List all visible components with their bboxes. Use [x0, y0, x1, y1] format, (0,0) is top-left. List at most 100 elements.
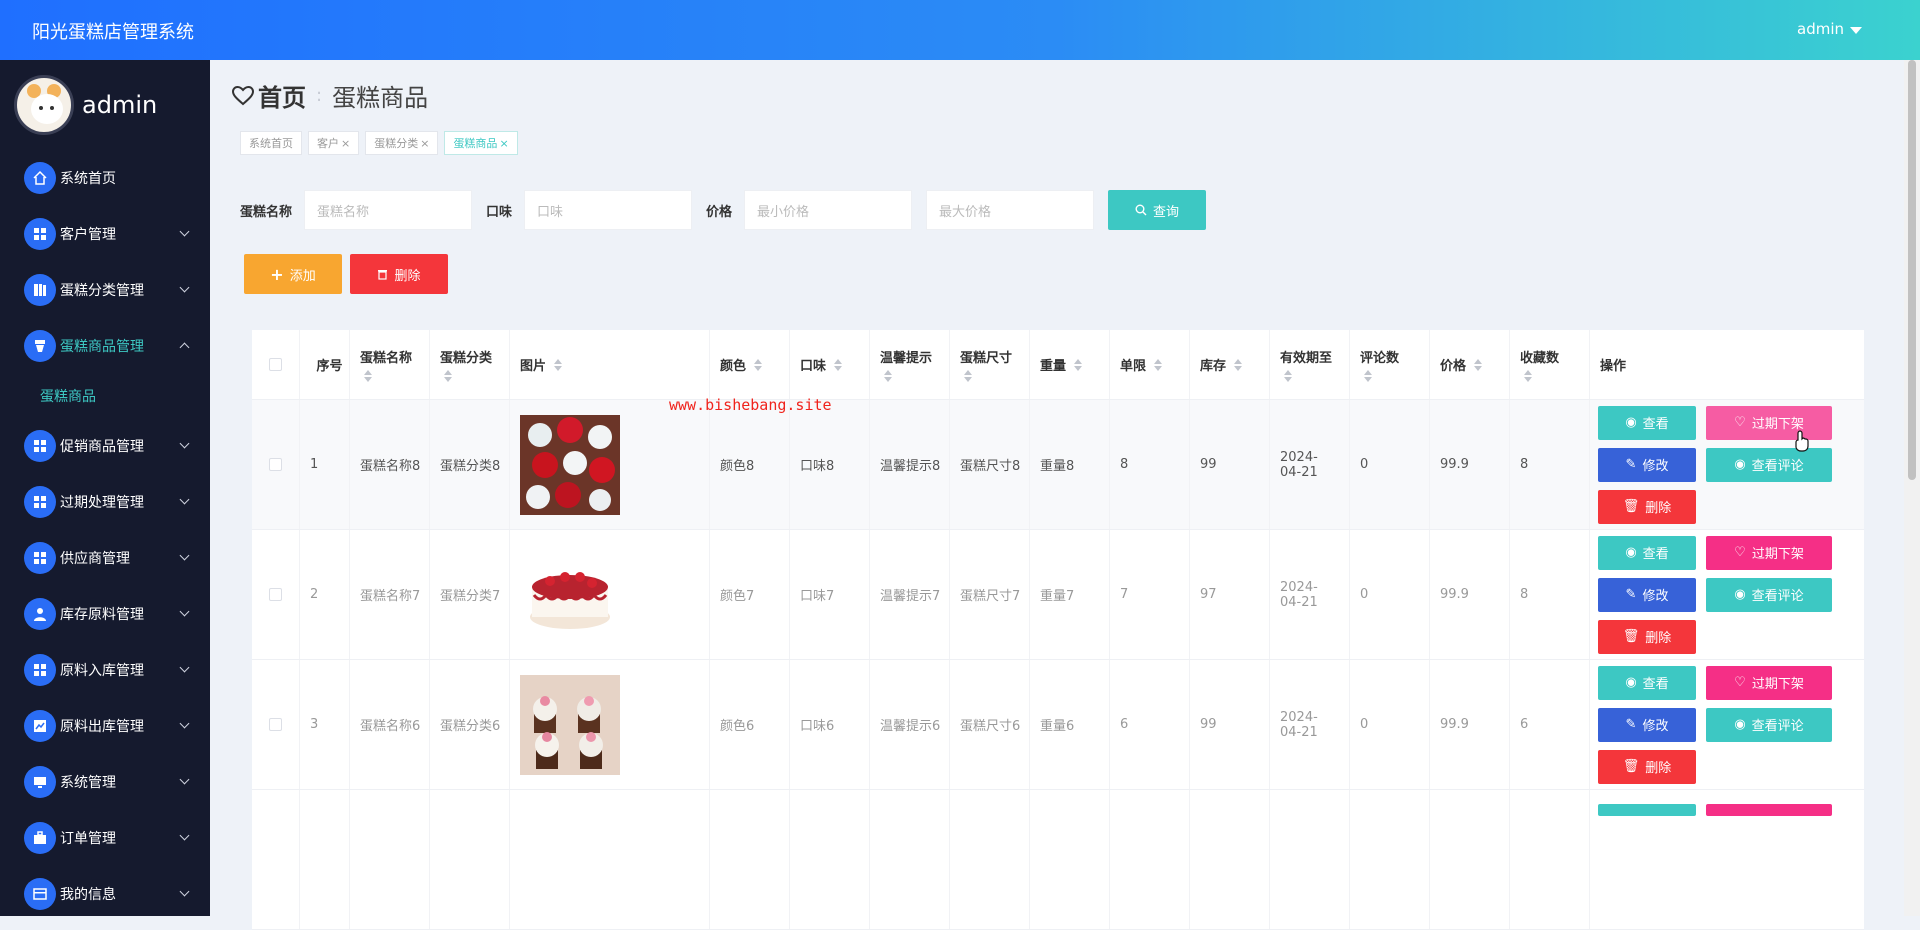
sort-icon[interactable]: [834, 358, 843, 371]
edit-button[interactable]: ✎ 修改: [1598, 707, 1696, 742]
heart-icon: [232, 85, 254, 105]
row-delete-button[interactable]: 🗑 删除: [1598, 619, 1696, 654]
max-price-input[interactable]: 最大价格: [926, 190, 1095, 230]
sort-icon[interactable]: [364, 370, 372, 382]
name-input[interactable]: 蛋糕名称: [304, 190, 473, 230]
close-icon[interactable]: ×: [341, 137, 350, 150]
col-tip[interactable]: 温馨提示: [870, 330, 950, 399]
sidebar-item-system[interactable]: 系统管理: [0, 754, 210, 810]
col-image[interactable]: 图片: [510, 330, 710, 399]
user-menu[interactable]: admin: [1797, 20, 1862, 38]
sort-icon[interactable]: [1364, 370, 1372, 382]
add-button[interactable]: + 添加: [244, 254, 342, 294]
sidebar-item-suppliers[interactable]: 供应商管理: [0, 530, 210, 586]
col-comments[interactable]: 评论数: [1350, 330, 1430, 399]
col-name[interactable]: 蛋糕名称: [350, 330, 430, 399]
cake-image: [520, 544, 620, 645]
cell-taste: [790, 790, 870, 929]
sidebar-item-label: 我的信息: [60, 887, 116, 903]
edit-icon: ✎: [1625, 587, 1637, 602]
close-icon[interactable]: ×: [499, 137, 508, 150]
view-button[interactable]: ◉ 查看: [1598, 535, 1696, 570]
sidebar-item-products[interactable]: 蛋糕商品管理: [0, 318, 210, 374]
col-size[interactable]: 蛋糕尺寸: [950, 330, 1030, 399]
query-button[interactable]: 查询: [1108, 190, 1207, 230]
tab-categories[interactable]: 蛋糕分类 ×: [365, 131, 439, 155]
sidebar-item-stock-in[interactable]: 原料入库管理: [0, 642, 210, 698]
sidebar-item-stock-out[interactable]: 原料出库管理: [0, 698, 210, 754]
tab-home[interactable]: 系统首页: [240, 131, 302, 155]
col-limit[interactable]: 单限: [1110, 330, 1190, 399]
expire-button[interactable]: ♡ 过期下架: [1706, 535, 1832, 570]
col-weight[interactable]: 重量: [1030, 330, 1110, 399]
delete-button[interactable]: 删除: [350, 254, 448, 294]
tab-customers[interactable]: 客户 ×: [308, 131, 360, 155]
select-all-checkbox[interactable]: [269, 358, 282, 371]
min-price-input[interactable]: 最小价格: [744, 190, 913, 230]
sidebar-item-expiry[interactable]: 过期处理管理: [0, 474, 210, 530]
sidebar-item-label: 促销商品管理: [60, 439, 144, 455]
close-icon[interactable]: ×: [420, 137, 429, 150]
sidebar-item-orders[interactable]: 订单管理: [0, 810, 210, 866]
col-taste[interactable]: 口味: [790, 330, 870, 399]
sidebar-item-categories[interactable]: 蛋糕分类管理: [0, 262, 210, 318]
row-delete-button[interactable]: 🗑 删除: [1598, 489, 1696, 524]
view-button[interactable]: ◉ 查看: [1598, 405, 1696, 440]
sort-icon[interactable]: [1154, 358, 1163, 371]
col-header: 操作: [1600, 359, 1627, 374]
col-expire[interactable]: 有效期至: [1270, 330, 1350, 399]
col-category[interactable]: 蛋糕分类: [430, 330, 510, 399]
row-checkbox[interactable]: [269, 458, 282, 471]
expire-button[interactable]: [1706, 804, 1832, 816]
monitor-icon: [24, 766, 56, 798]
row-checkbox[interactable]: [269, 718, 282, 731]
col-favorites[interactable]: 收藏数: [1510, 330, 1590, 399]
user-icon: [24, 598, 56, 630]
view-comments-button[interactable]: ◉ 查看评论: [1706, 447, 1832, 482]
edit-button[interactable]: ✎ 修改: [1598, 447, 1696, 482]
chevron-down-icon: [179, 438, 190, 449]
col-price[interactable]: 价格: [1430, 330, 1510, 399]
sidebar-item-customers[interactable]: 客户管理: [0, 206, 210, 262]
cell-ops: ◉ 查看 ♡ 过期下架 ✎ 修改 ◉ 查看评论 🗑 删除: [1590, 400, 1864, 529]
submenu-item-products[interactable]: 蛋糕商品: [0, 374, 210, 418]
tab-products[interactable]: 蛋糕商品 ×: [444, 131, 518, 155]
expire-button[interactable]: ♡ 过期下架: [1706, 405, 1832, 440]
sort-icon[interactable]: [444, 370, 452, 382]
expire-button[interactable]: ♡ 过期下架: [1706, 665, 1832, 700]
view-comments-button[interactable]: ◉ 查看评论: [1706, 707, 1832, 742]
sort-icon[interactable]: [964, 370, 972, 382]
comments-label: 查看评论: [1751, 589, 1804, 604]
sidebar-item-promotions[interactable]: 促销商品管理: [0, 418, 210, 474]
col-header: 评论数: [1360, 351, 1400, 366]
row-delete-button[interactable]: 🗑 删除: [1598, 749, 1696, 784]
sort-icon[interactable]: [1234, 358, 1243, 371]
sidebar-item-label: 客户管理: [60, 227, 116, 243]
row-select-cell: [252, 530, 300, 659]
chevron-down-icon: [179, 226, 190, 237]
view-button[interactable]: ◉ 查看: [1598, 665, 1696, 700]
sort-icon[interactable]: [1284, 370, 1292, 382]
scrollbar-thumb[interactable]: [1908, 60, 1916, 480]
view-comments-button[interactable]: ◉ 查看评论: [1706, 577, 1832, 612]
sort-icon[interactable]: [554, 358, 563, 371]
sort-icon[interactable]: [1074, 358, 1083, 371]
view-button[interactable]: [1598, 804, 1696, 816]
col-color[interactable]: 颜色: [710, 330, 790, 399]
product-table: 序号 蛋糕名称 蛋糕分类 图片 颜色 口味 温馨提示 蛋糕尺寸 重量 单限 库存…: [252, 330, 1864, 930]
sidebar-item-home[interactable]: 系统首页: [0, 150, 210, 206]
scrollbar[interactable]: [1904, 60, 1920, 916]
sidebar-item-my-info[interactable]: 我的信息: [0, 866, 210, 916]
col-stock[interactable]: 库存: [1190, 330, 1270, 399]
sidebar-item-inventory[interactable]: 库存原料管理: [0, 586, 210, 642]
breadcrumb-home[interactable]: 首页: [232, 78, 306, 113]
edit-button[interactable]: ✎ 修改: [1598, 577, 1696, 612]
sort-icon[interactable]: [1524, 370, 1532, 382]
cell-tip: 温馨提示8: [870, 400, 950, 529]
row-checkbox[interactable]: [269, 588, 282, 601]
sort-icon[interactable]: [884, 370, 892, 382]
sort-icon[interactable]: [1474, 358, 1483, 371]
app-title: 阳光蛋糕店管理系统: [32, 22, 194, 43]
taste-input[interactable]: 口味: [524, 190, 693, 230]
sort-icon[interactable]: [754, 358, 763, 371]
